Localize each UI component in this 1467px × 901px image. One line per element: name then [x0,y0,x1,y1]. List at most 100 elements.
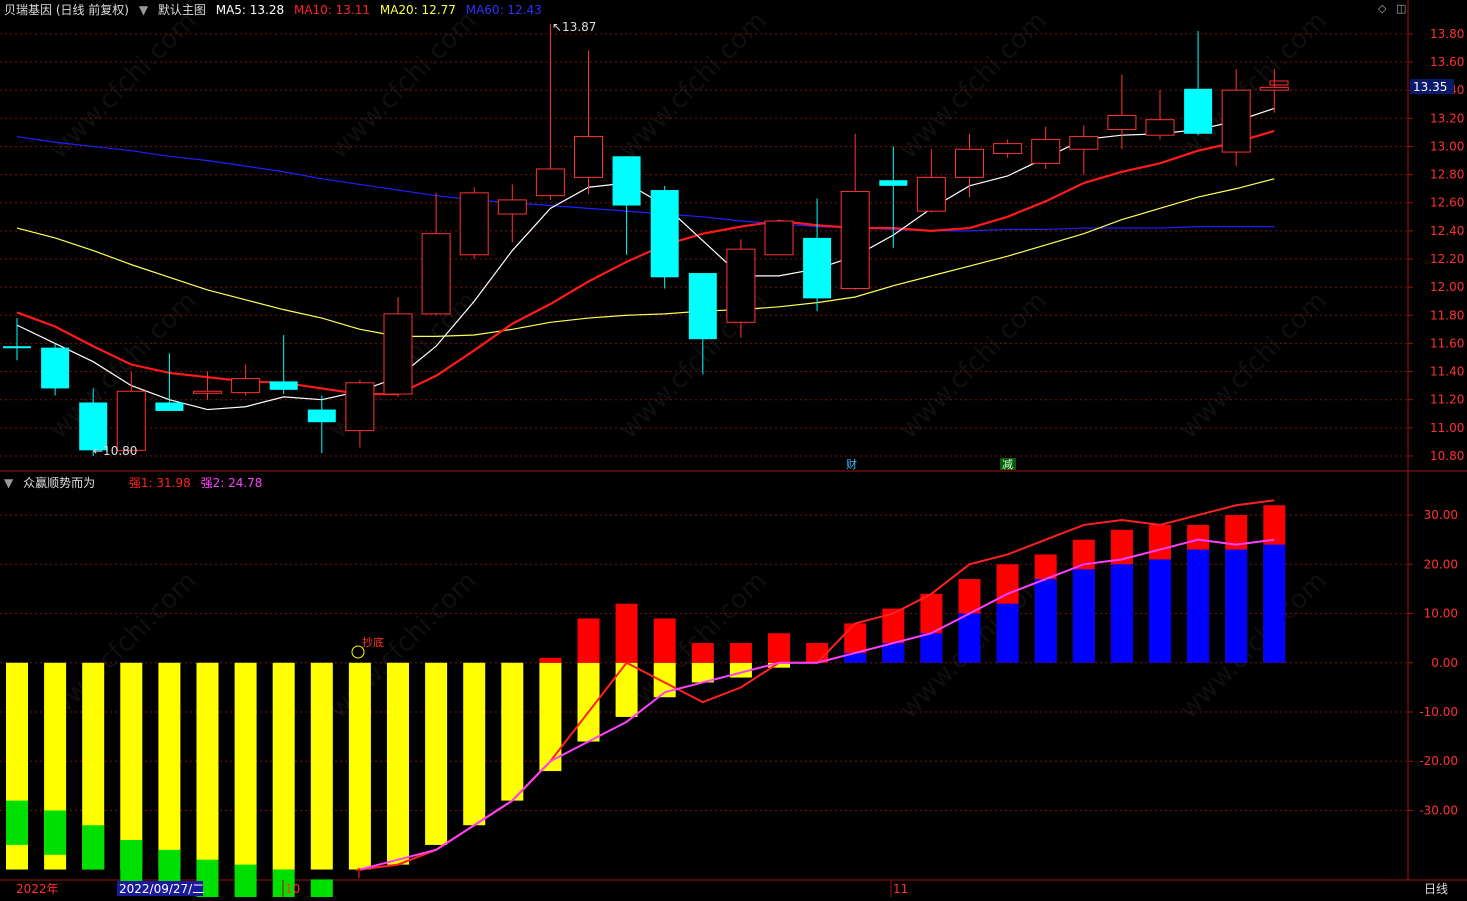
low-marker: ←10.80 [93,444,137,458]
stock-title[interactable]: 贝瑞基因 (日线 前复权) [4,3,129,17]
y-tick-label: 20.00 [1424,557,1458,571]
red-bar [577,618,600,663]
jian-marker: 减 [1002,458,1013,471]
y-tick-label: 13.80 [1430,27,1464,41]
x-oct-label: 10 [285,882,300,896]
yellow-bar [196,662,219,870]
y-tick-label: 13.20 [1430,111,1464,125]
candle-body-up [1259,86,1289,91]
candle-body-up [116,390,146,451]
q2-label: 强2: 24.78 [200,476,263,490]
candle-body-up [726,248,756,323]
candle-body-up [1069,136,1099,150]
candle-body-up [955,148,984,178]
ma5-label: MA5: 13.28 [215,3,285,17]
candle-body-down [650,190,679,278]
candle-body-down [155,402,184,411]
candle-body-up [535,168,565,197]
ma10-line [16,129,1275,396]
period-label: 日线 [1424,882,1448,896]
y-tick-label: 10.00 [1424,607,1458,621]
ma10-label: MA10: 13.11 [293,3,371,17]
yellow-bar [425,662,448,845]
yellow-bar [310,662,333,870]
candle-body-down [1184,88,1213,134]
red-bar [768,633,790,663]
yellow-bar [387,662,409,865]
chart-stage[interactable]: www.cfchi.com www.cfchi.com www.cfchi.com w… [0,0,1467,901]
candle-body-down [3,346,31,349]
ma60-label: MA60: 12.43 [465,3,542,17]
green-bar [234,864,257,901]
blue-bar [1263,544,1286,663]
window-controls[interactable]: ◇ ◫ [1378,2,1406,15]
candle-body-up [421,233,451,315]
diamond-icon[interactable]: ◇ [1378,2,1386,15]
candle-body-up [916,176,946,212]
ma20-label: MA20: 12.77 [379,3,456,17]
candle-body-up [193,390,222,394]
watermark: www.cfchi.com [1174,6,1333,165]
sub-header: ▼ 众赢顺势而为 强1: 31.98 强2: 24.78 [4,474,268,491]
candle-body-down [307,409,336,423]
candle-body-up [764,220,794,256]
current-price-label: 13.35 [1413,80,1447,94]
y-tick-label: 11.60 [1430,336,1464,350]
cai-marker: 财 [846,457,857,471]
restore-icon[interactable]: ◫ [1396,2,1406,15]
candle-body-up [574,136,603,178]
candle-body-up [459,192,489,256]
chart-canvas[interactable]: www.cfchi.com www.cfchi.com www.cfchi.com w… [0,0,1467,901]
y-tick-label: 12.60 [1430,196,1464,210]
blue-bar [920,633,943,663]
watermark: www.cfchi.com [894,286,1053,445]
blue-bar [1034,579,1057,663]
high-marker: ↖13.87 [552,20,596,34]
y-tick-label: 12.80 [1430,168,1464,182]
candle-body-down [803,237,832,299]
x-date-label: 2022/09/27/二 [119,882,204,896]
green-bar [82,825,105,870]
yellow-bar [348,662,371,870]
x-year-label: 2022年 [16,882,59,896]
red-bar [615,603,638,663]
y-tick-label: -10.00 [1419,705,1458,719]
red-bar [691,643,714,663]
candle-body-down [269,381,298,390]
chaodi-label: 抄底 [362,635,384,649]
watermark: www.cfchi.com [894,6,1053,165]
red-bar [539,657,562,663]
y-tick-label: 11.80 [1430,308,1464,322]
yellow-bar [539,662,562,772]
y-tick-label: -30.00 [1419,803,1458,817]
x-nov-label: 11 [893,882,908,896]
q2-line [359,538,1275,871]
y-tick-label: 12.00 [1430,280,1464,294]
watermark: www.cfchi.com [44,6,203,165]
blue-bar [1225,549,1248,663]
green-bar [310,879,333,901]
yellow-bar [501,662,524,801]
main-indicator-name[interactable]: 默认主图 [158,3,206,17]
candle-body-up [231,378,261,394]
watermark: www.cfchi.com [614,6,773,165]
yellow-bar [120,662,143,870]
candle-body-up [993,143,1023,154]
watermark: www.cfchi.com [1174,286,1333,445]
yellow-bar [234,662,257,870]
candle-body-up [345,382,375,432]
y-tick-label: 13.00 [1430,139,1464,153]
sub-indicator-name[interactable]: 众赢顺势而为 [23,476,95,490]
dropdown-icon[interactable]: ▼ [139,3,148,17]
y-tick-label: 11.20 [1430,393,1464,407]
watermark: www.cfchi.com [324,6,483,165]
candle-body-up [840,190,870,290]
red-bar [729,643,752,663]
candle-body-up [383,313,413,395]
candle-body-up [1107,114,1137,131]
yellow-bar [158,662,181,870]
sub-dropdown-icon[interactable]: ▼ [4,476,13,490]
blue-bar [1072,569,1095,663]
buy-arrow: ↑ [353,866,365,882]
red-bar [653,618,676,663]
